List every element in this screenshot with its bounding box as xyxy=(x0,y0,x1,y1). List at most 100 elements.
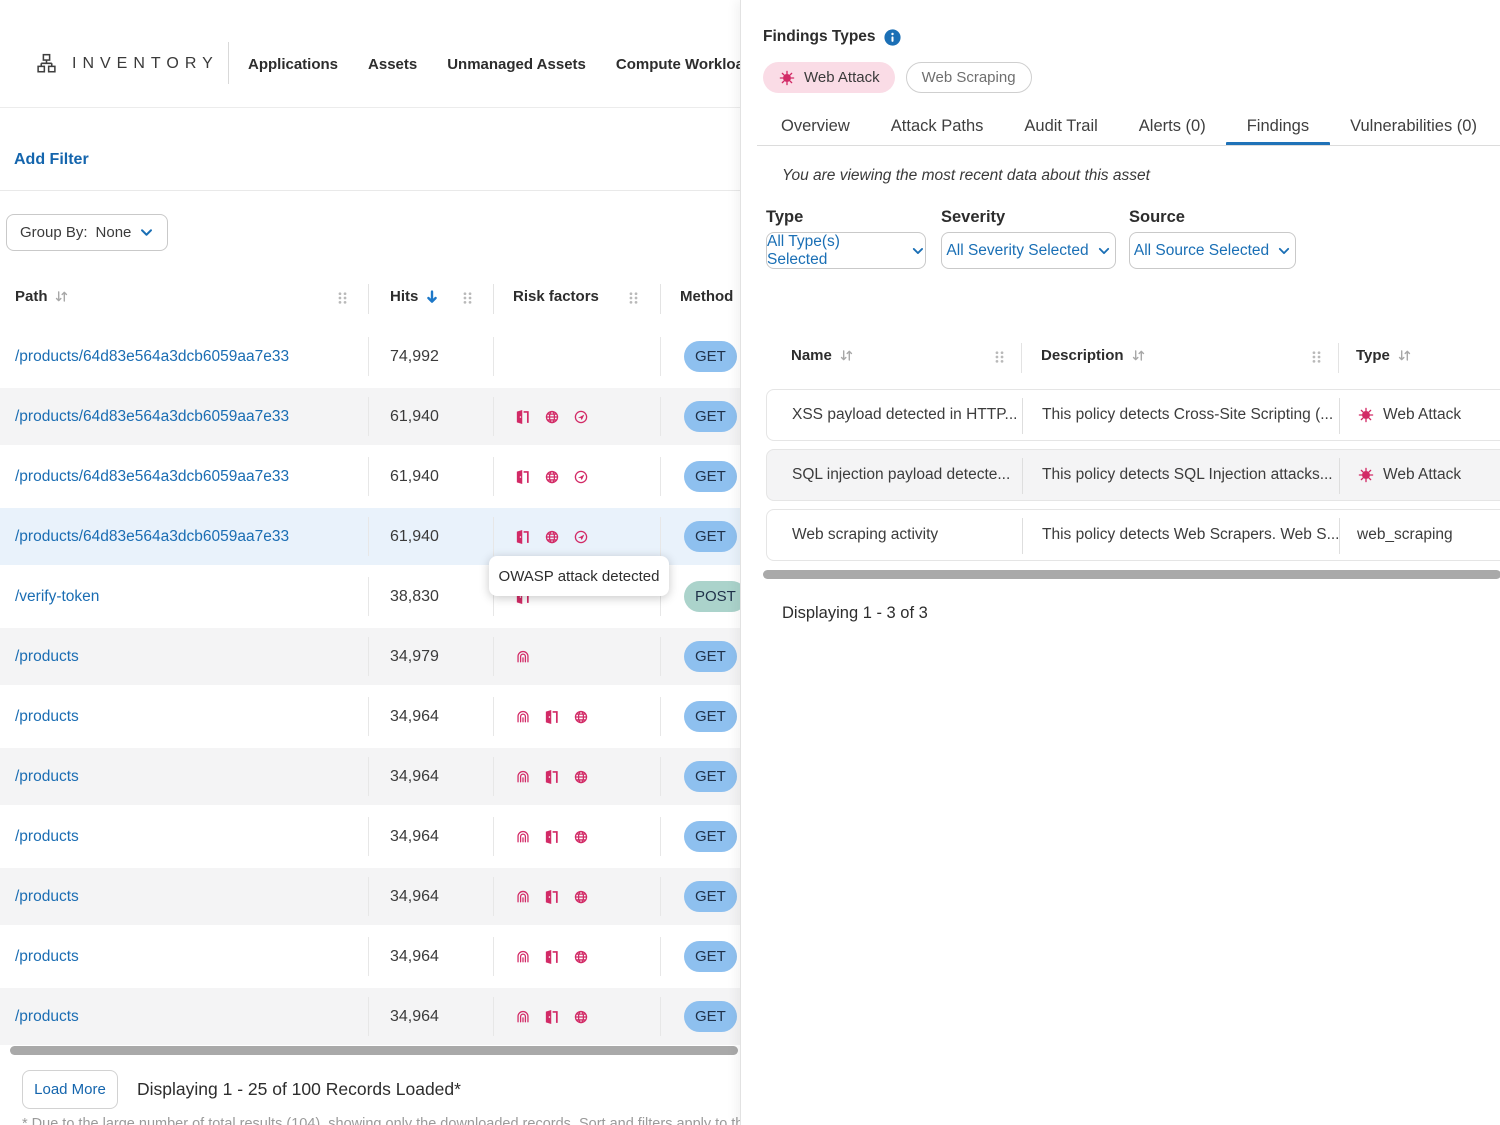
drawer-tabs: Overview Attack Paths Audit Trail Alerts… xyxy=(781,107,1477,146)
tab-vulnerabilities[interactable]: Vulnerabilities (0) xyxy=(1350,107,1477,146)
column-header-method[interactable]: Method xyxy=(680,288,733,305)
column-header-name[interactable]: Name xyxy=(791,347,854,364)
door-open-icon[interactable] xyxy=(543,1008,561,1026)
nav-item-applications[interactable]: Applications xyxy=(248,56,338,73)
table-row[interactable]: /products 34,964 GET xyxy=(0,688,740,745)
table-row[interactable]: /products/64d83e564a3dcb6059aa7e33 61,94… xyxy=(0,448,740,505)
table-row[interactable]: /products/64d83e564a3dcb6059aa7e33 61,94… xyxy=(0,388,740,445)
path-link[interactable]: /verify-token xyxy=(15,568,99,625)
globe-icon[interactable] xyxy=(543,468,561,486)
table-row[interactable]: /products 34,964 GET xyxy=(0,748,740,805)
column-header-hits[interactable]: Hits xyxy=(390,288,440,305)
table-row[interactable]: /products 34,964 GET xyxy=(0,988,740,1045)
type-filter-dropdown[interactable]: All Type(s) Selected xyxy=(766,232,926,269)
hits-value: 74,992 xyxy=(390,328,439,385)
globe-icon[interactable] xyxy=(572,948,590,966)
fingerprint-icon[interactable] xyxy=(514,888,532,906)
sorted-desc-icon[interactable] xyxy=(424,289,440,305)
finding-row[interactable]: XSS payload detected in HTTP... This pol… xyxy=(766,389,1500,441)
chip-web-attack[interactable]: Web Attack xyxy=(763,62,895,93)
nav-item-unmanaged-assets[interactable]: Unmanaged Assets xyxy=(447,56,586,73)
tab-alerts[interactable]: Alerts (0) xyxy=(1139,107,1206,146)
horizontal-scrollbar[interactable] xyxy=(10,1046,738,1055)
column-header-description[interactable]: Description xyxy=(1041,347,1146,364)
fingerprint-icon[interactable] xyxy=(514,948,532,966)
door-open-icon[interactable] xyxy=(514,528,532,546)
sort-icon[interactable] xyxy=(1131,348,1146,363)
globe-icon[interactable] xyxy=(572,1008,590,1026)
finding-row[interactable]: SQL injection payload detecte... This po… xyxy=(766,449,1500,501)
method-cell: GET xyxy=(684,388,737,445)
chip-web-scraping[interactable]: Web Scraping xyxy=(906,62,1032,93)
path-link[interactable]: /products xyxy=(15,808,79,865)
door-open-icon[interactable] xyxy=(543,768,561,786)
source-filter-dropdown[interactable]: All Source Selected xyxy=(1129,232,1296,269)
globe-icon[interactable] xyxy=(572,888,590,906)
group-by-label: Group By: xyxy=(20,224,88,241)
tab-overview[interactable]: Overview xyxy=(781,107,850,146)
add-filter-button[interactable]: Add Filter xyxy=(14,151,89,169)
tab-findings[interactable]: Findings xyxy=(1247,107,1309,146)
door-open-icon[interactable] xyxy=(543,888,561,906)
nav-item-assets[interactable]: Assets xyxy=(368,56,417,73)
door-open-icon[interactable] xyxy=(543,708,561,726)
sort-icon[interactable] xyxy=(839,348,854,363)
globe-icon[interactable] xyxy=(572,828,590,846)
table-row[interactable]: /products 34,964 GET xyxy=(0,808,740,865)
drag-handle-icon[interactable] xyxy=(992,349,1007,365)
cell-divider xyxy=(368,457,369,496)
column-header-type[interactable]: Type xyxy=(1356,347,1412,364)
door-open-icon[interactable] xyxy=(514,408,532,426)
info-icon[interactable] xyxy=(884,29,901,46)
table-row[interactable]: /products 34,964 GET xyxy=(0,868,740,925)
path-link[interactable]: /products xyxy=(15,988,79,1045)
fingerprint-icon[interactable] xyxy=(514,648,532,666)
nav-item-compute-workloads[interactable]: Compute Workloads xyxy=(616,56,740,73)
path-link[interactable]: /products xyxy=(15,748,79,805)
app-window: INVENTORY Applications Assets Unmanaged … xyxy=(0,0,1500,1125)
door-open-icon[interactable] xyxy=(543,828,561,846)
paper-plane-icon[interactable] xyxy=(572,528,590,546)
fingerprint-icon[interactable] xyxy=(514,708,532,726)
path-link[interactable]: /products xyxy=(15,688,79,745)
finding-description: This policy detects Cross-Site Scripting… xyxy=(1042,390,1333,440)
path-link[interactable]: /products/64d83e564a3dcb6059aa7e33 xyxy=(15,508,289,565)
path-link[interactable]: /products xyxy=(15,868,79,925)
column-header-risk-factors[interactable]: Risk factors xyxy=(513,288,599,305)
paper-plane-icon[interactable] xyxy=(572,468,590,486)
load-more-button[interactable]: Load More xyxy=(22,1070,118,1109)
path-link[interactable]: /products xyxy=(15,628,79,685)
fingerprint-icon[interactable] xyxy=(514,1008,532,1026)
fingerprint-icon[interactable] xyxy=(514,768,532,786)
globe-icon[interactable] xyxy=(543,408,561,426)
door-open-icon[interactable] xyxy=(543,948,561,966)
path-link[interactable]: /products xyxy=(15,928,79,985)
drag-handle-icon[interactable] xyxy=(460,290,475,306)
method-badge: GET xyxy=(684,881,737,912)
recent-data-note: You are viewing the most recent data abo… xyxy=(782,167,1150,185)
globe-icon[interactable] xyxy=(572,708,590,726)
tab-audit-trail[interactable]: Audit Trail xyxy=(1024,107,1097,146)
path-link[interactable]: /products/64d83e564a3dcb6059aa7e33 xyxy=(15,328,289,385)
finding-row[interactable]: Web scraping activity This policy detect… xyxy=(766,509,1500,561)
group-by-dropdown[interactable]: Group By: None xyxy=(6,214,168,251)
table-row[interactable]: /products 34,964 GET xyxy=(0,928,740,985)
drag-handle-icon[interactable] xyxy=(335,290,350,306)
drag-handle-icon[interactable] xyxy=(1309,349,1324,365)
severity-filter-dropdown[interactable]: All Severity Selected xyxy=(941,232,1116,269)
paper-plane-icon[interactable] xyxy=(572,408,590,426)
sort-icon[interactable] xyxy=(54,289,69,304)
globe-icon[interactable] xyxy=(572,768,590,786)
path-link[interactable]: /products/64d83e564a3dcb6059aa7e33 xyxy=(15,448,289,505)
door-open-icon[interactable] xyxy=(514,468,532,486)
column-header-path[interactable]: Path xyxy=(15,288,69,305)
globe-icon[interactable] xyxy=(543,528,561,546)
table-row[interactable]: /products 34,979 GET xyxy=(0,628,740,685)
drag-handle-icon[interactable] xyxy=(626,290,641,306)
horizontal-scrollbar[interactable] xyxy=(763,570,1500,579)
tab-attack-paths[interactable]: Attack Paths xyxy=(891,107,984,146)
sort-icon[interactable] xyxy=(1397,348,1412,363)
path-link[interactable]: /products/64d83e564a3dcb6059aa7e33 xyxy=(15,388,289,445)
fingerprint-icon[interactable] xyxy=(514,828,532,846)
table-row[interactable]: /products/64d83e564a3dcb6059aa7e33 74,99… xyxy=(0,328,740,385)
